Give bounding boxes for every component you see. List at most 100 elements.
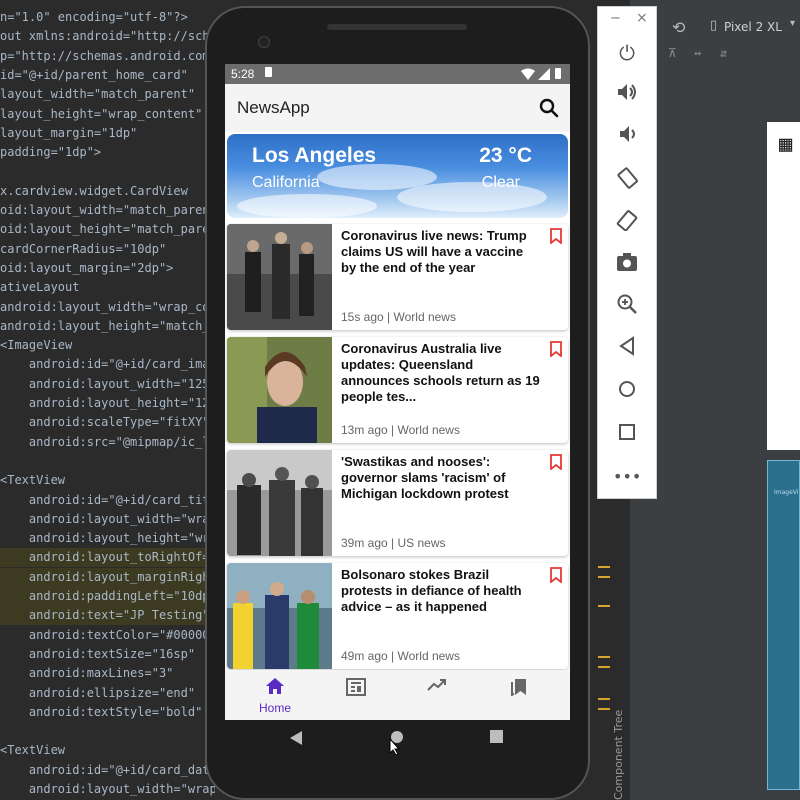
back-icon[interactable] bbox=[289, 730, 303, 746]
article-image bbox=[227, 563, 332, 669]
code-line[interactable]: cardCornerRadius="10dp" bbox=[0, 240, 166, 259]
overview-square-icon[interactable] bbox=[613, 419, 641, 447]
code-line[interactable]: android:layout_width="wrap_con bbox=[0, 298, 215, 317]
code-line[interactable]: android:layout_toRightOf=" bbox=[0, 548, 215, 568]
article-category: World news bbox=[397, 649, 460, 663]
news-card[interactable]: 'Swastikas and nooses': governor slams '… bbox=[227, 450, 568, 556]
code-line[interactable]: p="http://schemas.android.com/a bbox=[0, 47, 215, 66]
device-icon[interactable]: ▯ bbox=[710, 18, 717, 33]
code-line[interactable]: android:layout_height="125d bbox=[0, 394, 215, 413]
code-line[interactable]: <ImageView bbox=[0, 336, 72, 355]
code-line[interactable]: oid:layout_height="match_parent bbox=[0, 220, 215, 239]
magnet-icon[interactable]: ⊼ bbox=[668, 46, 677, 60]
warning-mark[interactable] bbox=[598, 605, 610, 607]
overview-icon[interactable] bbox=[490, 730, 503, 743]
code-line[interactable]: android:id="@+id/card_title bbox=[0, 491, 215, 510]
code-line[interactable]: android:id="@+id/card_image bbox=[0, 355, 215, 374]
warning-mark[interactable] bbox=[598, 666, 610, 668]
code-line[interactable]: android:maxLines="3" bbox=[0, 664, 174, 683]
code-line[interactable]: android:textSize="16sp" bbox=[0, 645, 195, 664]
code-line[interactable]: android:layout_height="wrap bbox=[0, 529, 215, 548]
code-line[interactable]: android:paddingLeft="10dp" bbox=[0, 587, 215, 606]
back-icon[interactable] bbox=[613, 335, 641, 363]
news-card[interactable]: Coronavirus Australia live updates: Quee… bbox=[227, 337, 568, 443]
home-circle-icon[interactable] bbox=[613, 377, 641, 405]
code-line[interactable]: android:layout_width="wrap_co bbox=[0, 780, 215, 799]
code-line[interactable]: android:id="@+id/card_date bbox=[0, 761, 215, 780]
nav-home[interactable]: Home bbox=[245, 678, 305, 718]
code-line[interactable]: android:layout_height="match_pa bbox=[0, 317, 215, 336]
code-line[interactable]: android:ellipsize="end" bbox=[0, 684, 195, 703]
orientation-icon[interactable]: ⟲ bbox=[672, 18, 685, 37]
bookmark-icon[interactable] bbox=[549, 454, 563, 470]
article-category: World news bbox=[397, 423, 460, 437]
status-bar: 5:28 bbox=[225, 64, 570, 84]
nav-saved[interactable] bbox=[488, 678, 548, 718]
code-line[interactable]: android:scaleType="fitXY" bbox=[0, 413, 210, 432]
code-line[interactable]: android:textColor="#000000 bbox=[0, 626, 215, 645]
bookmarks-icon bbox=[511, 679, 526, 697]
vertical-margin-icon[interactable]: ⇵ bbox=[720, 46, 727, 60]
horizontal-margin-icon[interactable]: ↔ bbox=[694, 46, 701, 60]
code-line[interactable]: android:src="@mipmap/ic_la bbox=[0, 433, 215, 452]
front-camera bbox=[258, 36, 270, 48]
screenshot-icon[interactable] bbox=[613, 251, 641, 279]
code-line[interactable]: android:text="JP Testing" bbox=[0, 606, 210, 626]
code-line[interactable]: x.cardview.widget.CardView bbox=[0, 182, 188, 201]
nav-headlines[interactable] bbox=[326, 678, 386, 718]
article-time: 13m ago bbox=[341, 423, 388, 437]
warning-mark[interactable] bbox=[598, 566, 610, 568]
news-card[interactable]: Coronavirus live news: Trump claims US w… bbox=[227, 224, 568, 330]
code-editor[interactable]: n="1.0" encoding="utf-8"?> out xmlns:andr… bbox=[0, 0, 215, 800]
code-line[interactable]: ativeLayout bbox=[0, 278, 79, 297]
code-line[interactable]: android:layout_marginRight bbox=[0, 567, 215, 587]
code-line[interactable]: layout_height="wrap_content" bbox=[0, 105, 202, 124]
blueprint-preview[interactable]: ImageVi bbox=[767, 460, 800, 790]
power-icon[interactable]: ⏻ bbox=[613, 39, 641, 67]
code-line[interactable]: id="@+id/parent_home_card" bbox=[0, 66, 188, 85]
bookmark-icon[interactable] bbox=[549, 567, 563, 583]
code-line[interactable]: android:layout_width="wrap_ bbox=[0, 510, 215, 529]
search-icon[interactable] bbox=[537, 96, 561, 120]
nav-home-label: Home bbox=[258, 701, 291, 715]
minimize-icon[interactable]: − bbox=[610, 11, 621, 26]
weather-card[interactable]: Los Angeles California 23 °C Clear bbox=[227, 134, 568, 218]
code-line[interactable]: android:textStyle="bold" / bbox=[0, 703, 215, 722]
news-card[interactable]: Bolsonaro stokes Brazil protests in defi… bbox=[227, 563, 568, 669]
code-line[interactable]: oid:layout_margin="2dp"> bbox=[0, 259, 173, 278]
volume-up-icon[interactable] bbox=[613, 81, 641, 109]
code-line[interactable]: <TextView bbox=[0, 741, 65, 760]
code-line[interactable]: padding="1dp"> bbox=[0, 143, 101, 162]
trending-icon bbox=[427, 679, 446, 691]
chevron-down-icon[interactable]: ▾ bbox=[790, 18, 795, 29]
app-bar: NewsApp bbox=[225, 84, 570, 132]
code-line[interactable]: oid:layout_width="match_parent bbox=[0, 201, 215, 220]
warning-mark[interactable] bbox=[598, 708, 610, 710]
rotate-right-icon[interactable] bbox=[613, 209, 641, 237]
close-icon[interactable]: × bbox=[636, 10, 648, 26]
more-icon[interactable]: ••• bbox=[613, 463, 641, 491]
code-line[interactable]: n="1.0" encoding="utf-8"?> bbox=[0, 8, 188, 27]
warning-mark[interactable] bbox=[598, 576, 610, 578]
code-line[interactable]: layout_width="match_parent" bbox=[0, 85, 195, 104]
bookmark-icon[interactable] bbox=[549, 341, 563, 357]
nav-trending[interactable] bbox=[407, 678, 467, 718]
code-line[interactable]: out xmlns:android="http://schem bbox=[0, 27, 215, 46]
design-preview[interactable]: ▦ bbox=[767, 122, 800, 450]
article-category: World news bbox=[393, 310, 456, 324]
article-meta: 39m ago | US news bbox=[341, 536, 446, 550]
weather-city: Los Angeles bbox=[252, 144, 377, 167]
bookmark-icon[interactable] bbox=[549, 228, 563, 244]
volume-down-icon[interactable] bbox=[613, 123, 641, 151]
code-line[interactable]: layout_margin="1dp" bbox=[0, 124, 137, 143]
device-selector[interactable]: Pixel 2 XL bbox=[724, 20, 782, 34]
status-time: 5:28 bbox=[231, 67, 255, 81]
zoom-icon[interactable] bbox=[613, 293, 641, 321]
rotate-left-icon[interactable] bbox=[613, 167, 641, 195]
warning-mark[interactable] bbox=[598, 656, 610, 658]
code-line[interactable]: <TextView bbox=[0, 471, 65, 490]
warning-mark[interactable] bbox=[598, 698, 610, 700]
code-line[interactable]: android:layout_width="125dp bbox=[0, 375, 215, 394]
cloud-shape bbox=[397, 182, 547, 212]
component-tree-tab[interactable]: Component Tree bbox=[612, 700, 630, 800]
